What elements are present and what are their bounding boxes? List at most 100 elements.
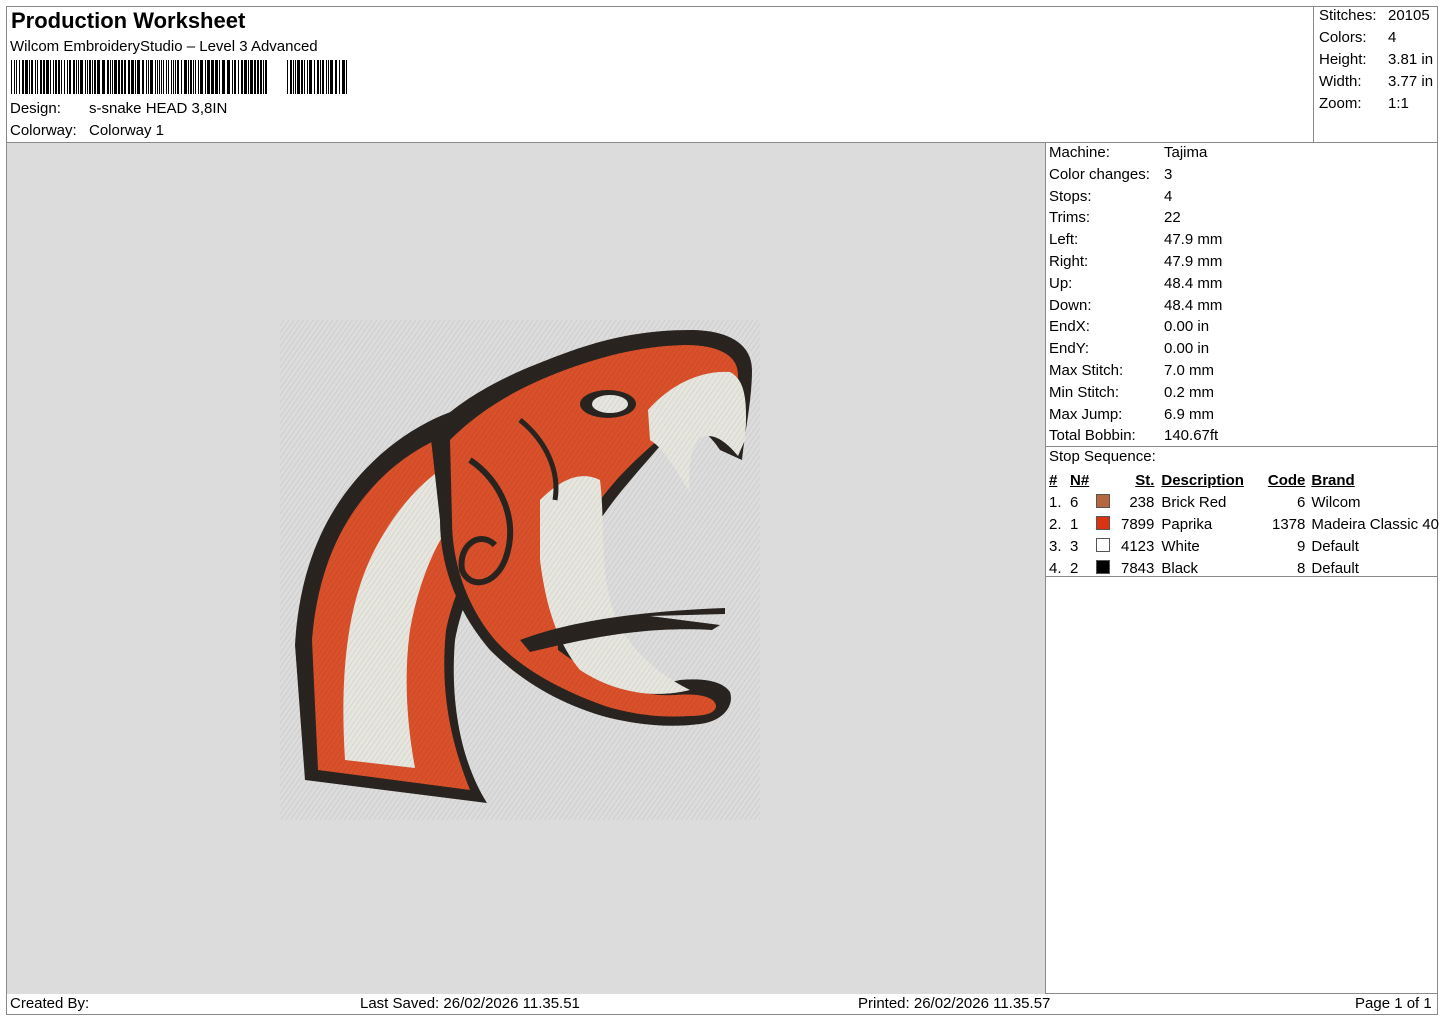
machine-info-label: Color changes: [1049, 165, 1150, 183]
machine-info-label: Down: [1049, 296, 1092, 314]
barcode-bar [263, 60, 264, 94]
barcode-bar [295, 60, 296, 94]
snake-head-embroidery [280, 320, 760, 820]
needle-number: 6 [1070, 493, 1079, 511]
thread-color-swatch [1096, 493, 1110, 508]
stitch-count: 7899 [1121, 515, 1155, 533]
barcode-bar [118, 60, 120, 94]
barcode-bar [94, 60, 96, 94]
barcode-bar [297, 60, 300, 94]
design-value: s-snake HEAD 3,8IN [89, 100, 228, 117]
barcode-bar [190, 60, 192, 94]
barcode-bar [166, 60, 167, 94]
barcode-bar [107, 60, 109, 94]
barcode-bar [11, 60, 12, 94]
machine-info-value: Tajima [1164, 144, 1208, 161]
thread-code: 6 [1297, 493, 1306, 511]
barcode-bar [161, 60, 162, 94]
barcode-bar [339, 60, 340, 94]
barcode-bar [25, 60, 28, 94]
barcode-bar [80, 60, 83, 94]
colorway-label: Colorway: [10, 122, 77, 139]
summary-label: Stitches: [1319, 7, 1377, 24]
machine-info-row: Min Stitch: 0.2 mm [1049, 383, 1429, 405]
machine-info-value: 6.9 mm [1164, 405, 1215, 423]
barcode-bar [219, 60, 220, 94]
page-title: Production Worksheet [11, 8, 246, 33]
barcode-bar [250, 60, 253, 94]
machine-info-row: Left: 47.9 mm [1049, 230, 1429, 252]
summary-label: Zoom: [1319, 95, 1362, 112]
summary-value: 4 [1388, 29, 1397, 46]
barcode-bar [114, 60, 117, 94]
barcode [11, 60, 347, 94]
machine-info-row: EndY: 0.00 in [1049, 339, 1429, 361]
col-swatch [1096, 469, 1121, 491]
machine-info-row: Right: 47.9 mm [1049, 252, 1429, 274]
design-label: Design: [10, 100, 61, 117]
machine-info-row: Down: 48.4 mm [1049, 296, 1429, 318]
barcode-bar [14, 60, 15, 94]
barcode-bar [193, 60, 194, 94]
thread-brand: Madeira Classic 40 [1311, 515, 1439, 533]
machine-info-row: Stops: 4 [1049, 187, 1429, 209]
barcode-bar [76, 60, 77, 94]
stop-sequence-table: # N# St. Description Code Brand 1. 6 238 Br… [1049, 469, 1439, 579]
barcode-bar [64, 60, 65, 94]
barcode-bar [110, 60, 111, 94]
summary-value: 3.81 in [1388, 51, 1434, 68]
thread-description: White [1161, 537, 1200, 555]
machine-info-label: Machine: [1049, 144, 1110, 161]
barcode-bar [309, 60, 312, 94]
color-swatch [1096, 557, 1121, 579]
barcode-bar [328, 60, 329, 94]
barcode-bar [55, 60, 57, 94]
barcode-bar [43, 60, 45, 94]
stitch-count: 238 [1129, 493, 1155, 511]
col-brand: Brand [1311, 471, 1355, 489]
machine-info-row: EndX: 0.00 in [1049, 317, 1429, 339]
software-name: Wilcom EmbroideryStudio – Level 3 Advanc… [10, 38, 318, 55]
barcode-bar [188, 60, 189, 94]
machine-info-label: Max Jump: [1049, 405, 1123, 423]
design-canvas [7, 143, 1045, 994]
thread-brand: Wilcom [1311, 493, 1361, 511]
col-needle: N# [1070, 471, 1090, 489]
barcode-bar [53, 60, 54, 94]
sequence-index: 4. [1049, 559, 1062, 577]
barcode-bar [287, 60, 288, 94]
barcode-bar [73, 60, 75, 94]
col-code: Code [1267, 471, 1306, 489]
barcode-bar [67, 60, 68, 94]
barcode-bar [89, 60, 91, 94]
color-swatch [1096, 491, 1121, 513]
needle-number: 1 [1070, 515, 1079, 533]
barcode-bar [150, 60, 153, 94]
stitch-texture [280, 320, 760, 820]
machine-info-value: 47.9 mm [1164, 231, 1223, 249]
stop-sequence-row: 2. 1 7899 Paprika 1378 Madeira Classic 40 [1049, 513, 1439, 535]
barcode-bar [307, 60, 308, 94]
needle-number: 2 [1070, 559, 1079, 577]
barcode-bar [346, 60, 347, 94]
thread-description: Paprika [1161, 515, 1213, 533]
machine-info-row: Color changes: 3 [1049, 165, 1429, 187]
summary-label: Width: [1319, 73, 1362, 90]
machine-info-value: 140.67ft [1164, 427, 1219, 445]
thread-code: 8 [1297, 559, 1306, 577]
summary-label: Height: [1319, 51, 1367, 68]
thread-color-swatch [1096, 515, 1110, 530]
barcode-bar [232, 60, 233, 94]
barcode-bar [168, 60, 169, 94]
barcode-bar [215, 60, 218, 94]
barcode-bar [163, 60, 164, 94]
barcode-bar [238, 60, 239, 94]
summary-value: 20105 [1388, 7, 1430, 24]
barcode-bar [257, 60, 259, 94]
footer-created-by: Created By: [10, 995, 90, 1012]
machine-info-row: Trims: 22 [1049, 208, 1429, 230]
barcode-bar [198, 60, 199, 94]
barcode-bar [335, 60, 337, 94]
machine-info-label: Trims: [1049, 209, 1091, 227]
sequence-index: 1. [1049, 493, 1062, 511]
